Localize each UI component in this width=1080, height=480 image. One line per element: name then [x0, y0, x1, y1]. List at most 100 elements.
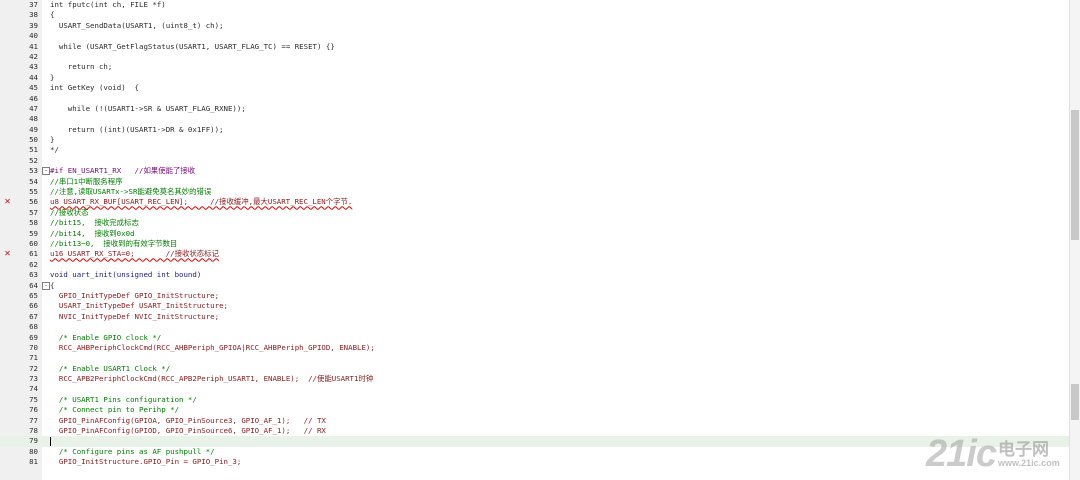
code-line[interactable]: 53- #if EN_USART1_RX //如果使能了接收	[0, 166, 1070, 176]
code-text[interactable]: RCC_APB2PeriphClockCmd(RCC_APB2Periph_US…	[50, 374, 373, 384]
code-editor[interactable]: 37 int fputc(int ch, FILE *f) 38 {39 USART_…	[0, 0, 1080, 480]
code-line[interactable]: 39 USART_SendData(USART1, (uint8_t) ch);	[0, 21, 1070, 31]
code-text[interactable]: //bit14, 接收到0x0d	[50, 229, 134, 239]
fold-toggle-icon[interactable]: -	[42, 281, 50, 290]
code-text[interactable]: return ((int)(USART1->DR & 0x1FF));	[50, 125, 224, 135]
vertical-scrollbar[interactable]	[1069, 0, 1080, 480]
code-line[interactable]: 48	[0, 114, 1070, 124]
code-text[interactable]: GPIO_InitTypeDef GPIO_InitStructure;	[50, 291, 219, 301]
code-text[interactable]: {	[50, 281, 54, 291]
code-line[interactable]: 73 RCC_APB2PeriphClockCmd(RCC_APB2Periph…	[0, 374, 1070, 384]
code-text[interactable]: RCC_AHBPeriphClockCmd(RCC_AHBPeriph_GPIO…	[50, 343, 375, 353]
code-line[interactable]: 80 /* Configure pins as AF pushpull */	[0, 447, 1070, 457]
code-text[interactable]: USART_InitTypeDef USART_InitStructure;	[50, 301, 228, 311]
scrollbar-thumb[interactable]	[1071, 110, 1079, 240]
code-text[interactable]: while (USART_GetFlagStatus(USART1, USART…	[50, 42, 335, 52]
code-line[interactable]: 52	[0, 156, 1070, 166]
code-line[interactable]: 79	[0, 436, 1070, 447]
line-number: 78	[29, 426, 38, 436]
code-line[interactable]: 76 /* Connect pin to Perihp */	[0, 405, 1070, 415]
code-text[interactable]: //bit15, 接收完成标志	[50, 218, 139, 228]
line-number: 48	[29, 114, 38, 124]
code-line[interactable]: 65 GPIO_InitTypeDef GPIO_InitStructure;	[0, 291, 1070, 301]
code-line[interactable]: 44}	[0, 73, 1070, 83]
code-line[interactable]: 72 /* Enable USART1 Clock */	[0, 364, 1070, 374]
line-number: 64	[29, 280, 38, 290]
code-line[interactable]: ✕ 56 u8 USART_RX_BUF[USART_REC_LEN]; //接收缓…	[0, 196, 1070, 207]
code-line[interactable]: 58 //bit15, 接收完成标志	[0, 218, 1070, 228]
code-line[interactable]: 62	[0, 260, 1070, 270]
line-number: 63	[29, 270, 38, 280]
code-line[interactable]: 66 USART_InitTypeDef USART_InitStructure…	[0, 301, 1070, 311]
code-line[interactable]: 70 RCC_AHBPeriphClockCmd(RCC_AHBPeriph_G…	[0, 343, 1070, 353]
code-line[interactable]: ✕ 61 u16 USART_RX_STA=0; //接收状态标记	[0, 248, 1070, 259]
code-text[interactable]: //接收状态	[50, 208, 88, 218]
code-line[interactable]: 57 //接收状态	[0, 208, 1070, 218]
line-number: 59	[29, 228, 38, 238]
code-line[interactable]: 37 int fputc(int ch, FILE *f)	[0, 0, 1070, 10]
code-text[interactable]: while (!(USART1->SR & USART_FLAG_RXNE));	[50, 104, 246, 114]
code-text[interactable]: GPIO_PinAFConfig(GPIOA, GPIO_PinSource3,…	[50, 416, 326, 426]
code-line[interactable]: 40	[0, 31, 1070, 41]
code-text[interactable]: int fputc(int ch, FILE *f)	[50, 0, 166, 10]
code-line[interactable]: 71	[0, 353, 1070, 363]
code-line[interactable]: 54 //串口1中断服务程序	[0, 177, 1070, 187]
code-text[interactable]: GPIO_InitStructure.GPIO_Pin = GPIO_Pin_3…	[50, 457, 241, 467]
code-line[interactable]: 75 /* USART1 Pins configuration */	[0, 395, 1070, 405]
code-text[interactable]: int GetKey (void) {	[50, 83, 139, 93]
code-text[interactable]: u8 USART_RX_BUF[USART_REC_LEN]; //接收缓冲,最…	[50, 197, 352, 207]
code-text[interactable]: /* USART1 Pins configuration */	[50, 395, 197, 405]
code-line[interactable]: 49 return ((int)(USART1->DR & 0x1FF));	[0, 125, 1070, 135]
code-text[interactable]: }	[50, 73, 54, 83]
line-number: 77	[29, 415, 38, 425]
code-text[interactable]: //bit13~0, 接收到的有效字节数目	[50, 239, 177, 249]
code-line[interactable]: 74	[0, 384, 1070, 394]
code-text[interactable]: u16 USART_RX_STA=0; //接收状态标记	[50, 249, 219, 259]
code-text[interactable]: /* Enable USART1 Clock */	[50, 364, 170, 374]
code-text[interactable]: void uart_init(unsigned int bound)	[50, 270, 201, 280]
code-text[interactable]: {	[50, 10, 54, 20]
code-text[interactable]: /* Configure pins as AF pushpull */	[50, 447, 215, 457]
code-line[interactable]: 60 //bit13~0, 接收到的有效字节数目	[0, 239, 1070, 249]
code-text[interactable]: #if EN_USART1_RX //如果使能了接收	[50, 166, 195, 176]
code-line[interactable]: 67 NVIC_InitTypeDef NVIC_InitStructure;	[0, 312, 1070, 322]
line-number: 53	[29, 166, 38, 176]
code-line[interactable]: 68	[0, 322, 1070, 332]
code-line[interactable]: 63 void uart_init(unsigned int bound)	[0, 270, 1070, 280]
code-line[interactable]: 78 GPIO_PinAFConfig(GPIOD, GPIO_PinSourc…	[0, 426, 1070, 436]
line-number: 75	[29, 394, 38, 404]
code-line[interactable]: 46	[0, 94, 1070, 104]
error-marker-icon[interactable]: ✕	[3, 248, 12, 259]
scrollbar-position-marker	[1071, 384, 1079, 420]
code-line[interactable]: 81 GPIO_InitStructure.GPIO_Pin = GPIO_Pi…	[0, 457, 1070, 467]
code-text[interactable]: }	[50, 135, 54, 145]
code-line[interactable]: 77 GPIO_PinAFConfig(GPIOA, GPIO_PinSourc…	[0, 416, 1070, 426]
code-text[interactable]: /* Connect pin to Perihp */	[50, 405, 179, 415]
code-line[interactable]: 51 */	[0, 145, 1070, 155]
code-text[interactable]: NVIC_InitTypeDef NVIC_InitStructure;	[50, 312, 219, 322]
line-number: 76	[29, 405, 38, 415]
code-line[interactable]: 59 //bit14, 接收到0x0d	[0, 229, 1070, 239]
code-line[interactable]: 64-{	[0, 281, 1070, 291]
error-marker-icon[interactable]: ✕	[3, 196, 12, 207]
code-line[interactable]: 41 while (USART_GetFlagStatus(USART1, US…	[0, 42, 1070, 52]
code-line[interactable]: 47 while (!(USART1->SR & USART_FLAG_RXNE…	[0, 104, 1070, 114]
code-text[interactable]: */	[50, 145, 59, 155]
code-line[interactable]: 50}	[0, 135, 1070, 145]
code-line[interactable]: 45 int GetKey (void) {	[0, 83, 1070, 93]
code-line[interactable]: 38 {	[0, 10, 1070, 20]
line-number: 39	[29, 20, 38, 30]
code-text[interactable]: /* Enable GPIO clock */	[50, 333, 161, 343]
code-line[interactable]: 55 //注意,读取USARTx->SR能避免莫名其妙的错误	[0, 187, 1070, 197]
code-text[interactable]: GPIO_PinAFConfig(GPIOD, GPIO_PinSource6,…	[50, 426, 326, 436]
line-number: 61	[29, 249, 38, 259]
fold-toggle-icon[interactable]: -	[42, 167, 50, 176]
code-line[interactable]: 42	[0, 52, 1070, 62]
code-text[interactable]: //注意,读取USARTx->SR能避免莫名其妙的错误	[50, 187, 211, 197]
line-number: 72	[29, 363, 38, 373]
code-line[interactable]: 69 /* Enable GPIO clock */	[0, 333, 1070, 343]
code-text[interactable]: USART_SendData(USART1, (uint8_t) ch);	[50, 21, 224, 31]
code-text[interactable]: return ch;	[50, 62, 113, 72]
code-line[interactable]: 43 return ch;	[0, 62, 1070, 72]
code-text[interactable]: //串口1中断服务程序	[50, 177, 122, 187]
